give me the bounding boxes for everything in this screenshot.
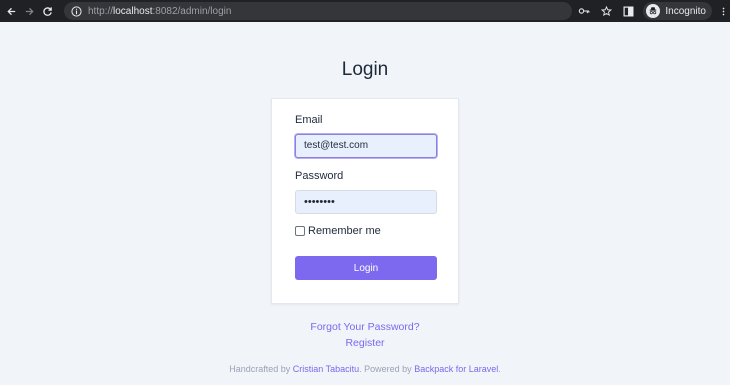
- key-icon[interactable]: [573, 0, 595, 22]
- back-icon[interactable]: [2, 0, 20, 22]
- password-field[interactable]: ••••••••: [295, 190, 437, 214]
- page-title: Login: [341, 59, 389, 80]
- email-label: Email: [295, 114, 323, 126]
- forgot-password-link[interactable]: Forgot Your Password?: [0, 321, 730, 333]
- login-card: Email test@test.com Password •••••••• Re…: [271, 98, 459, 304]
- side-panel-icon[interactable]: [617, 0, 639, 22]
- profile-label: Incognito: [665, 5, 706, 17]
- author-link[interactable]: Cristian Tabacitu: [293, 364, 359, 374]
- incognito-profile[interactable]: Incognito: [643, 2, 712, 20]
- password-label: Password: [295, 170, 344, 182]
- register-link[interactable]: Register: [0, 337, 730, 349]
- address-bar[interactable]: http://localhost:8082/admin/login: [64, 2, 572, 20]
- forward-icon[interactable]: [20, 0, 38, 22]
- footer-prefix: Handcrafted by: [229, 364, 291, 374]
- login-button[interactable]: Login: [295, 256, 437, 280]
- bookmark-star-icon[interactable]: [595, 0, 617, 22]
- remember-me[interactable]: Remember me: [295, 225, 381, 237]
- remember-checkbox[interactable]: [295, 226, 305, 236]
- more-menu-icon[interactable]: [716, 0, 730, 22]
- reload-icon[interactable]: [38, 0, 56, 22]
- footer-credits: Handcrafted by Cristian Tabacitu. Powere…: [0, 364, 730, 374]
- browser-toolbar: http://localhost:8082/admin/login Incogn…: [0, 0, 730, 22]
- footer-suffix: .: [498, 364, 501, 374]
- remember-label: Remember me: [308, 225, 381, 237]
- email-field[interactable]: test@test.com: [295, 134, 437, 158]
- site-info-icon[interactable]: [70, 5, 82, 17]
- backpack-link[interactable]: Backpack for Laravel: [414, 364, 498, 374]
- url-text: http://localhost:8082/admin/login: [88, 5, 232, 17]
- incognito-icon: [646, 4, 661, 18]
- footer-middle: . Powered by: [359, 364, 412, 374]
